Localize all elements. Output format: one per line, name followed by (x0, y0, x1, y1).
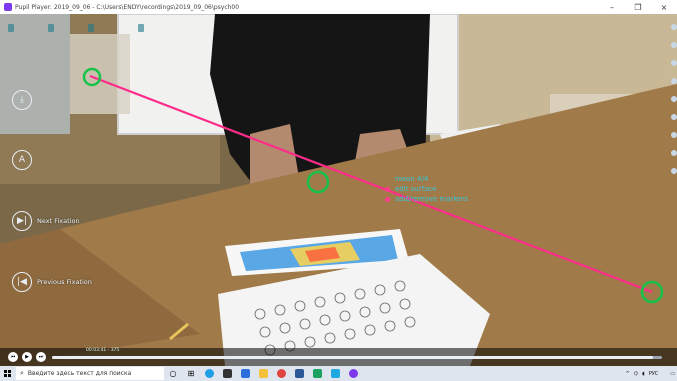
status-badge (48, 24, 54, 32)
skip-back-button[interactable]: ⏮ (8, 352, 18, 362)
plugin-menu-button[interactable] (671, 96, 677, 102)
volume-icon[interactable]: ◖ (642, 371, 645, 377)
download-control[interactable]: ⤓ (12, 90, 32, 110)
next-fixation-control[interactable]: ▶| Next Fixation (12, 211, 80, 231)
minimize-button[interactable]: – (599, 0, 625, 14)
window-title: Pupil Player: 2019_09_06 - C:\Users\ENDY… (15, 3, 240, 11)
windows-icon (3, 370, 11, 377)
status-badge (138, 24, 144, 32)
annotation-icon[interactable]: A (12, 150, 32, 170)
chrome-icon[interactable] (272, 366, 290, 381)
plugin-menu-button[interactable] (671, 24, 677, 30)
pupil-player-icon[interactable] (344, 366, 362, 381)
status-badge (88, 24, 94, 32)
widgets-icon[interactable]: ⊞ (182, 366, 200, 381)
app-icon (4, 3, 12, 11)
task-view-icon[interactable]: ○ (164, 366, 182, 381)
plugin-menu-button[interactable] (671, 132, 677, 138)
language-indicator[interactable]: РУС (649, 371, 659, 377)
app-icon-green[interactable] (308, 366, 326, 381)
time-label: 00:03:41 - 375 (86, 348, 120, 353)
next-fixation-label: Next Fixation (37, 217, 80, 225)
system-tray: ^ ⌬ ◖ РУС ▭ (623, 371, 677, 377)
download-icon[interactable]: ⤓ (12, 90, 32, 110)
menu-dot-icon (385, 196, 390, 202)
plugin-menu-button[interactable] (671, 150, 677, 156)
play-button[interactable]: ▶ (22, 352, 32, 362)
edge-icon[interactable] (200, 366, 218, 381)
notification-icon[interactable]: ▭ (670, 371, 675, 377)
mail-icon[interactable] (236, 366, 254, 381)
close-button[interactable]: × (651, 0, 677, 14)
search-icon: ⌕ (20, 369, 24, 377)
plugin-menu-button[interactable] (671, 42, 677, 48)
taskbar-search[interactable]: ⌕ Введите здесь текст для поиска (16, 367, 164, 380)
search-placeholder: Введите здесь текст для поиска (27, 370, 132, 377)
explorer-icon[interactable] (254, 366, 272, 381)
plugin-menu-button[interactable] (671, 114, 677, 120)
surface-menu: moon 4/4 edit surface add/remove markers (385, 174, 468, 204)
edit-surface-label: edit surface (395, 185, 437, 193)
playback-bar: ⏮ ▶ ⏭ 00:03:41 - 375 (0, 348, 677, 366)
next-icon[interactable]: ▶| (12, 211, 32, 231)
video-viewport[interactable]: ⤓ A ▶| Next Fixation |◀ Previous Fixatio… (0, 14, 677, 366)
annotation-control[interactable]: A (12, 150, 32, 170)
maximize-button[interactable]: ❐ (625, 0, 651, 14)
word-icon[interactable] (290, 366, 308, 381)
surface-title: moon 4/4 (395, 175, 429, 183)
previous-fixation-control[interactable]: |◀ Previous Fixation (12, 272, 92, 292)
tray-chevron-icon[interactable]: ^ (625, 371, 629, 377)
add-remove-markers-label: add/remove markers (395, 195, 468, 203)
edit-surface-item[interactable]: edit surface (385, 184, 468, 194)
plugin-menu-button[interactable] (671, 168, 677, 174)
window-titlebar: Pupil Player: 2019_09_06 - C:\Users\ENDY… (0, 0, 677, 15)
scene-image (0, 14, 677, 366)
store-icon[interactable] (218, 366, 236, 381)
previous-icon[interactable]: |◀ (12, 272, 32, 292)
media-icon[interactable] (326, 366, 344, 381)
timeline-progress (52, 356, 653, 359)
add-remove-markers-item[interactable]: add/remove markers (385, 194, 468, 204)
taskbar: ⌕ Введите здесь текст для поиска ○ ⊞ ^ ⌬… (0, 366, 677, 381)
plugin-menu-button[interactable] (671, 60, 677, 66)
status-badge (8, 24, 14, 32)
plugin-menu-button[interactable] (671, 78, 677, 84)
previous-fixation-label: Previous Fixation (37, 278, 92, 286)
network-icon[interactable]: ⌬ (634, 371, 638, 377)
menu-dot-icon (385, 186, 390, 192)
start-button[interactable] (0, 366, 14, 381)
timeline-slider[interactable] (52, 356, 662, 359)
skip-forward-button[interactable]: ⏭ (36, 352, 46, 362)
